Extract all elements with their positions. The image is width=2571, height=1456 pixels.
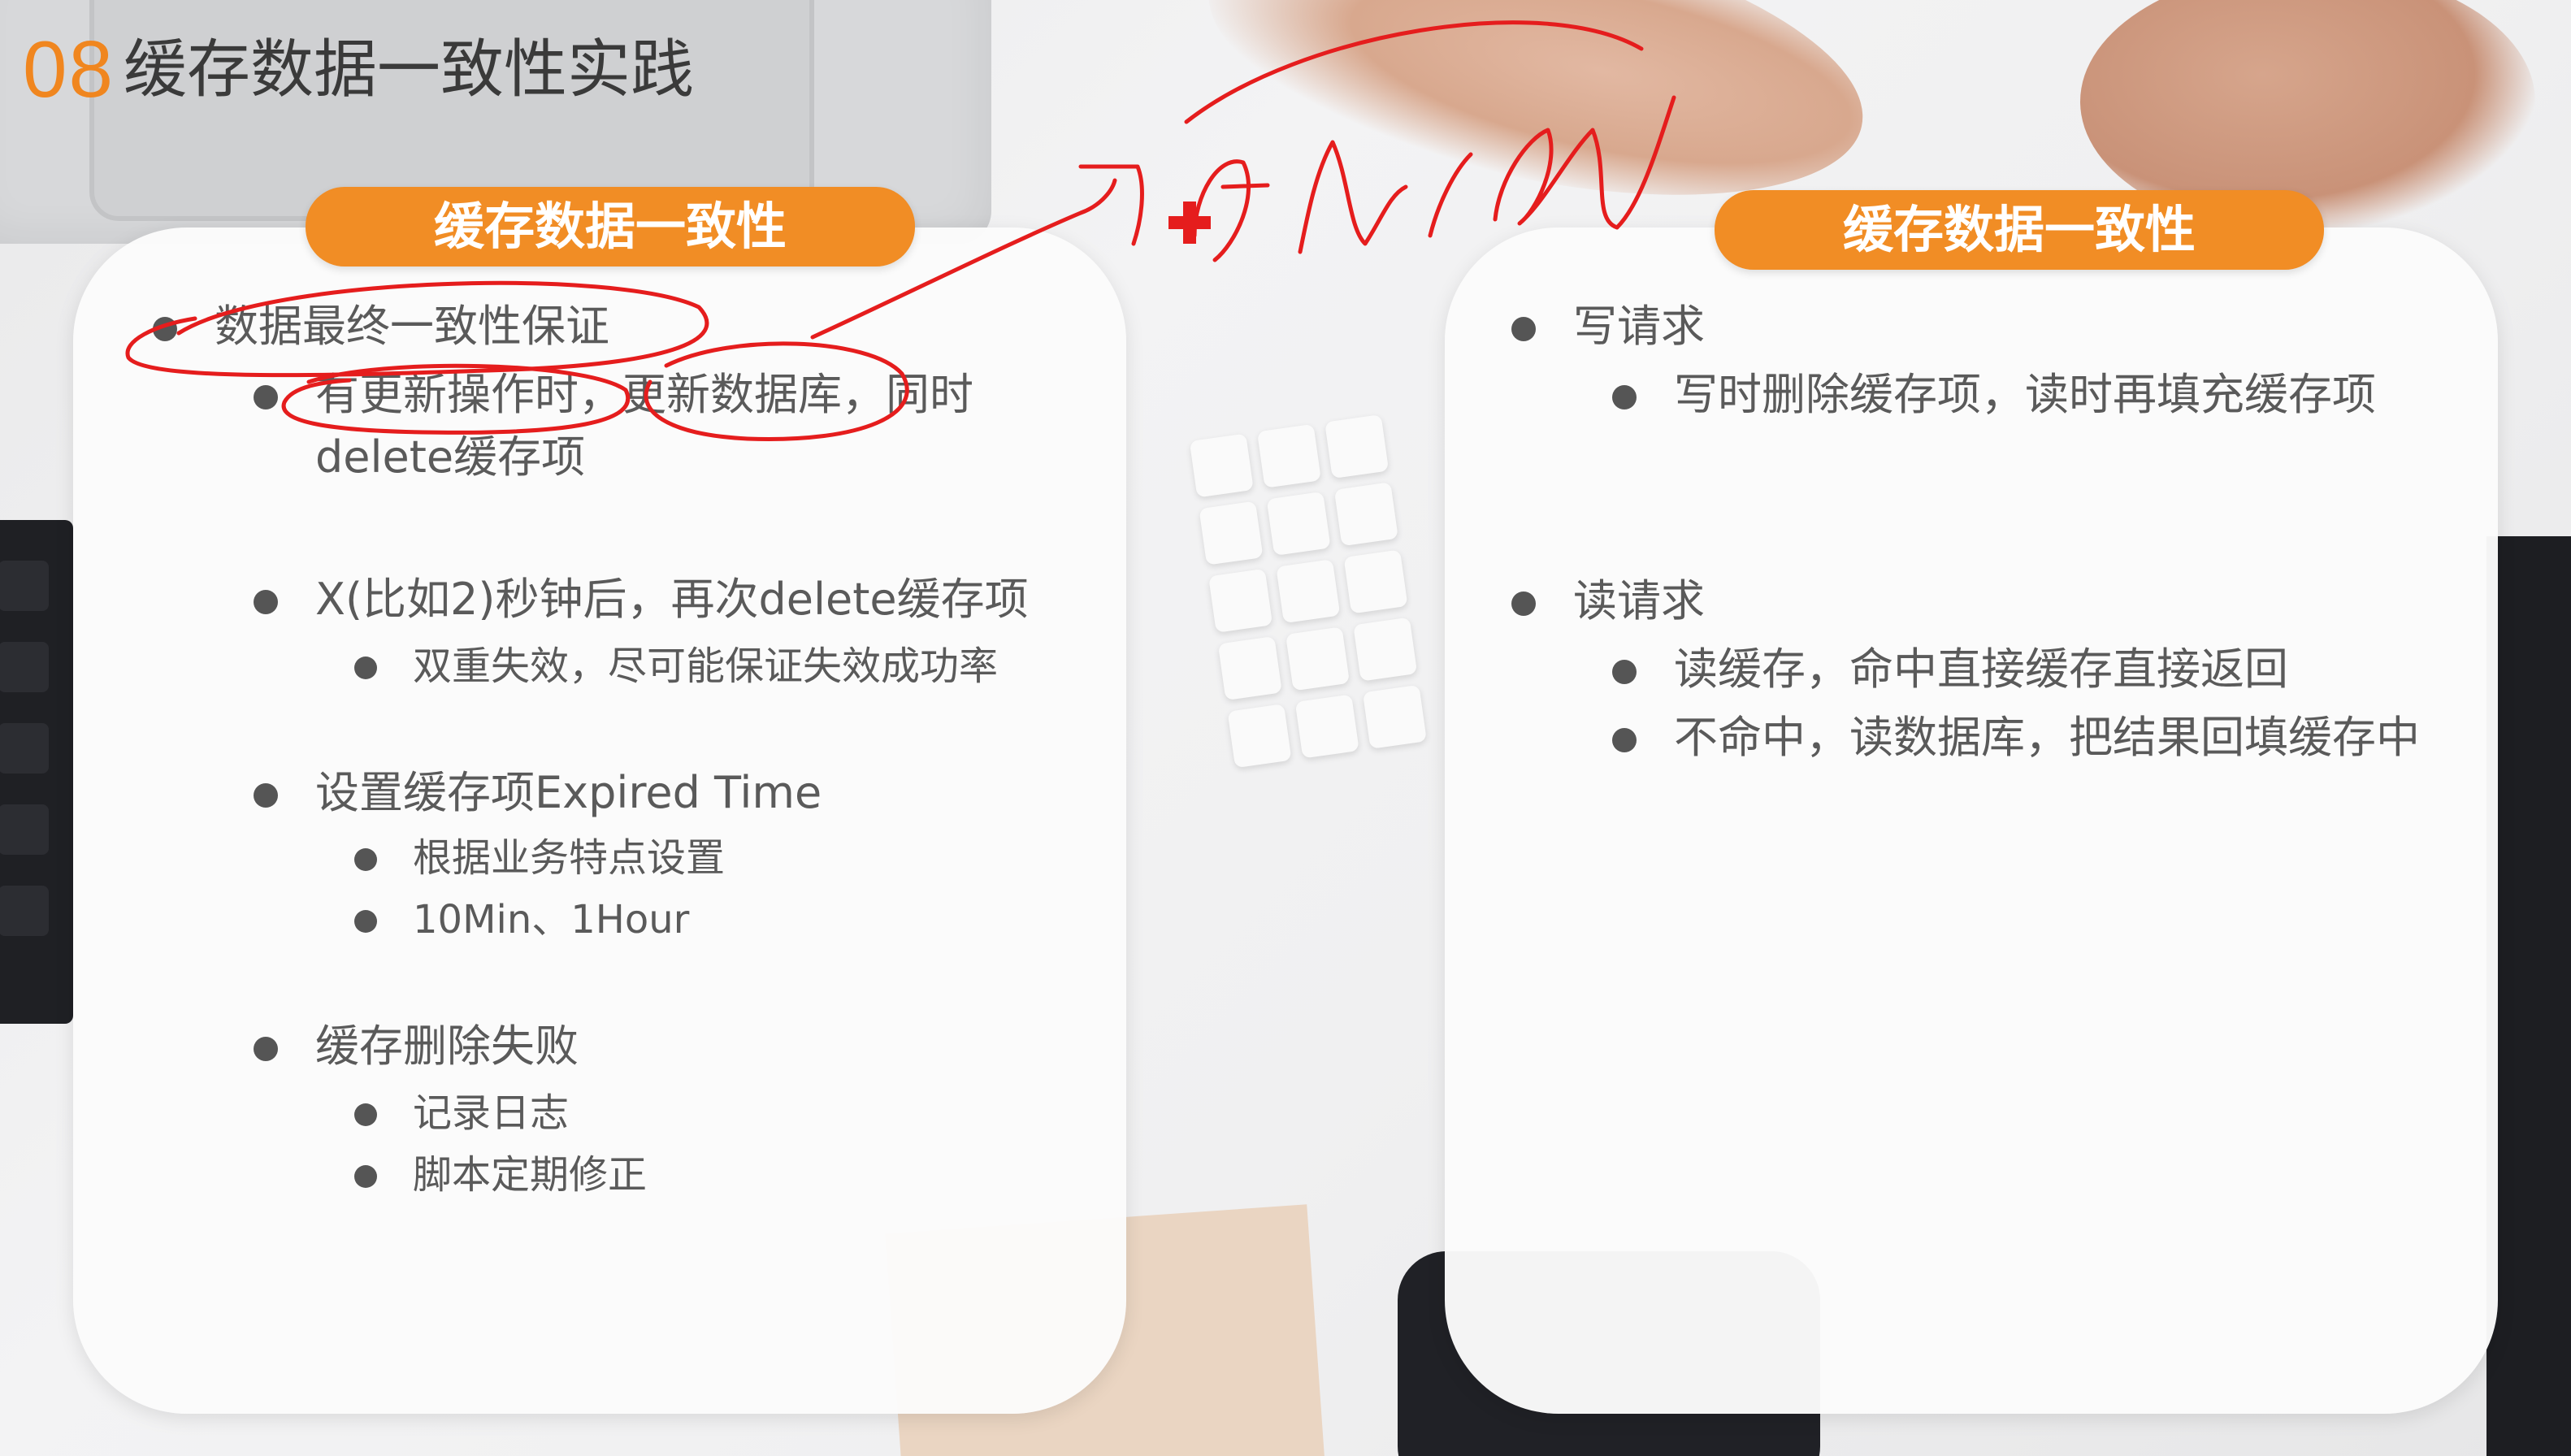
list-item: 根据业务特点设置 [354,830,1086,886]
list-item: 记录日志 [354,1086,1086,1141]
list-item-text: 10Min、1Hour [413,897,690,942]
list-item: 数据最终一致性保证 [153,296,1087,358]
bullet-icon [354,1103,377,1126]
pen-cursor-icon [1168,202,1211,244]
bullet-icon [354,656,377,679]
background-numpad [1189,407,1484,819]
bullet-icon [1612,660,1637,684]
list-item-text: 数据最终一致性保证 [215,301,609,352]
background-keyboard [0,520,73,1024]
list-item: 脚本定期修正 [354,1147,1086,1202]
list-item: 写请求 [1511,296,2446,358]
list-item-text: 脚本定期修正 [413,1152,648,1198]
list-item: 缓存删除失败 [254,1016,1107,1078]
list-item: 10Min、1Hour [354,892,1086,947]
right-card-title: 缓存数据一致性 [1715,190,2324,270]
list-item-text: 写请求 [1573,301,1705,352]
list-item-text: 根据业务特点设置 [413,835,726,881]
bullet-icon [254,385,278,410]
bullet-icon [254,783,278,808]
list-item: 双重失效，尽可能保证失效成功率 [354,639,1118,694]
list-item-text: 有更新操作时，更新数据库，同时delete缓存项 [315,369,973,483]
left-card-title: 缓存数据一致性 [306,187,915,266]
bullet-icon [254,1037,278,1061]
section-number: 08 [23,24,115,114]
list-item-text: X(比如2)秒钟后，再次delete缓存项 [315,574,1029,625]
list-item: 不命中，读数据库，把结果回填缓存中 [1612,707,2441,769]
bullet-icon [354,910,377,933]
background-device-right [2486,536,2571,1456]
list-item: 读缓存，命中直接缓存直接返回 [1612,639,2441,701]
list-item-text: 不命中，读数据库，把结果回填缓存中 [1674,712,2420,763]
bullet-icon [1612,385,1637,410]
bullet-icon [1612,728,1637,752]
bullet-icon [1511,317,1536,341]
list-item: 写时删除缓存项，读时再填充缓存项 [1612,364,2441,427]
list-item-text: 记录日志 [413,1090,570,1136]
list-item: 有更新操作时，更新数据库，同时delete缓存项 [254,364,1107,488]
list-item-text: 读请求 [1573,575,1705,626]
list-item-text: 缓存删除失败 [315,1020,579,1072]
page-title: 缓存数据一致性实践 [124,33,695,106]
slide: 08 缓存数据一致性实践 缓存数据一致性 数据最终一致性保证 有更新操作时，更新… [0,0,2571,1456]
bullet-icon [354,1165,377,1188]
bullet-icon [254,590,278,614]
list-item: X(比如2)秒钟后，再次delete缓存项 [254,569,1115,631]
bullet-icon [1511,592,1536,616]
list-item-text: 读缓存，命中直接缓存直接返回 [1674,644,2288,695]
list-item-text: 双重失效，尽可能保证失效成功率 [413,644,999,689]
bullet-icon [153,317,177,341]
list-item-text: 写时删除缓存项，读时再填充缓存项 [1674,369,2376,420]
list-item-text: 设置缓存项Expired Time [315,767,822,818]
list-item: 读请求 [1511,570,2446,633]
list-item: 设置缓存项Expired Time [254,762,1107,825]
bullet-icon [354,848,377,871]
